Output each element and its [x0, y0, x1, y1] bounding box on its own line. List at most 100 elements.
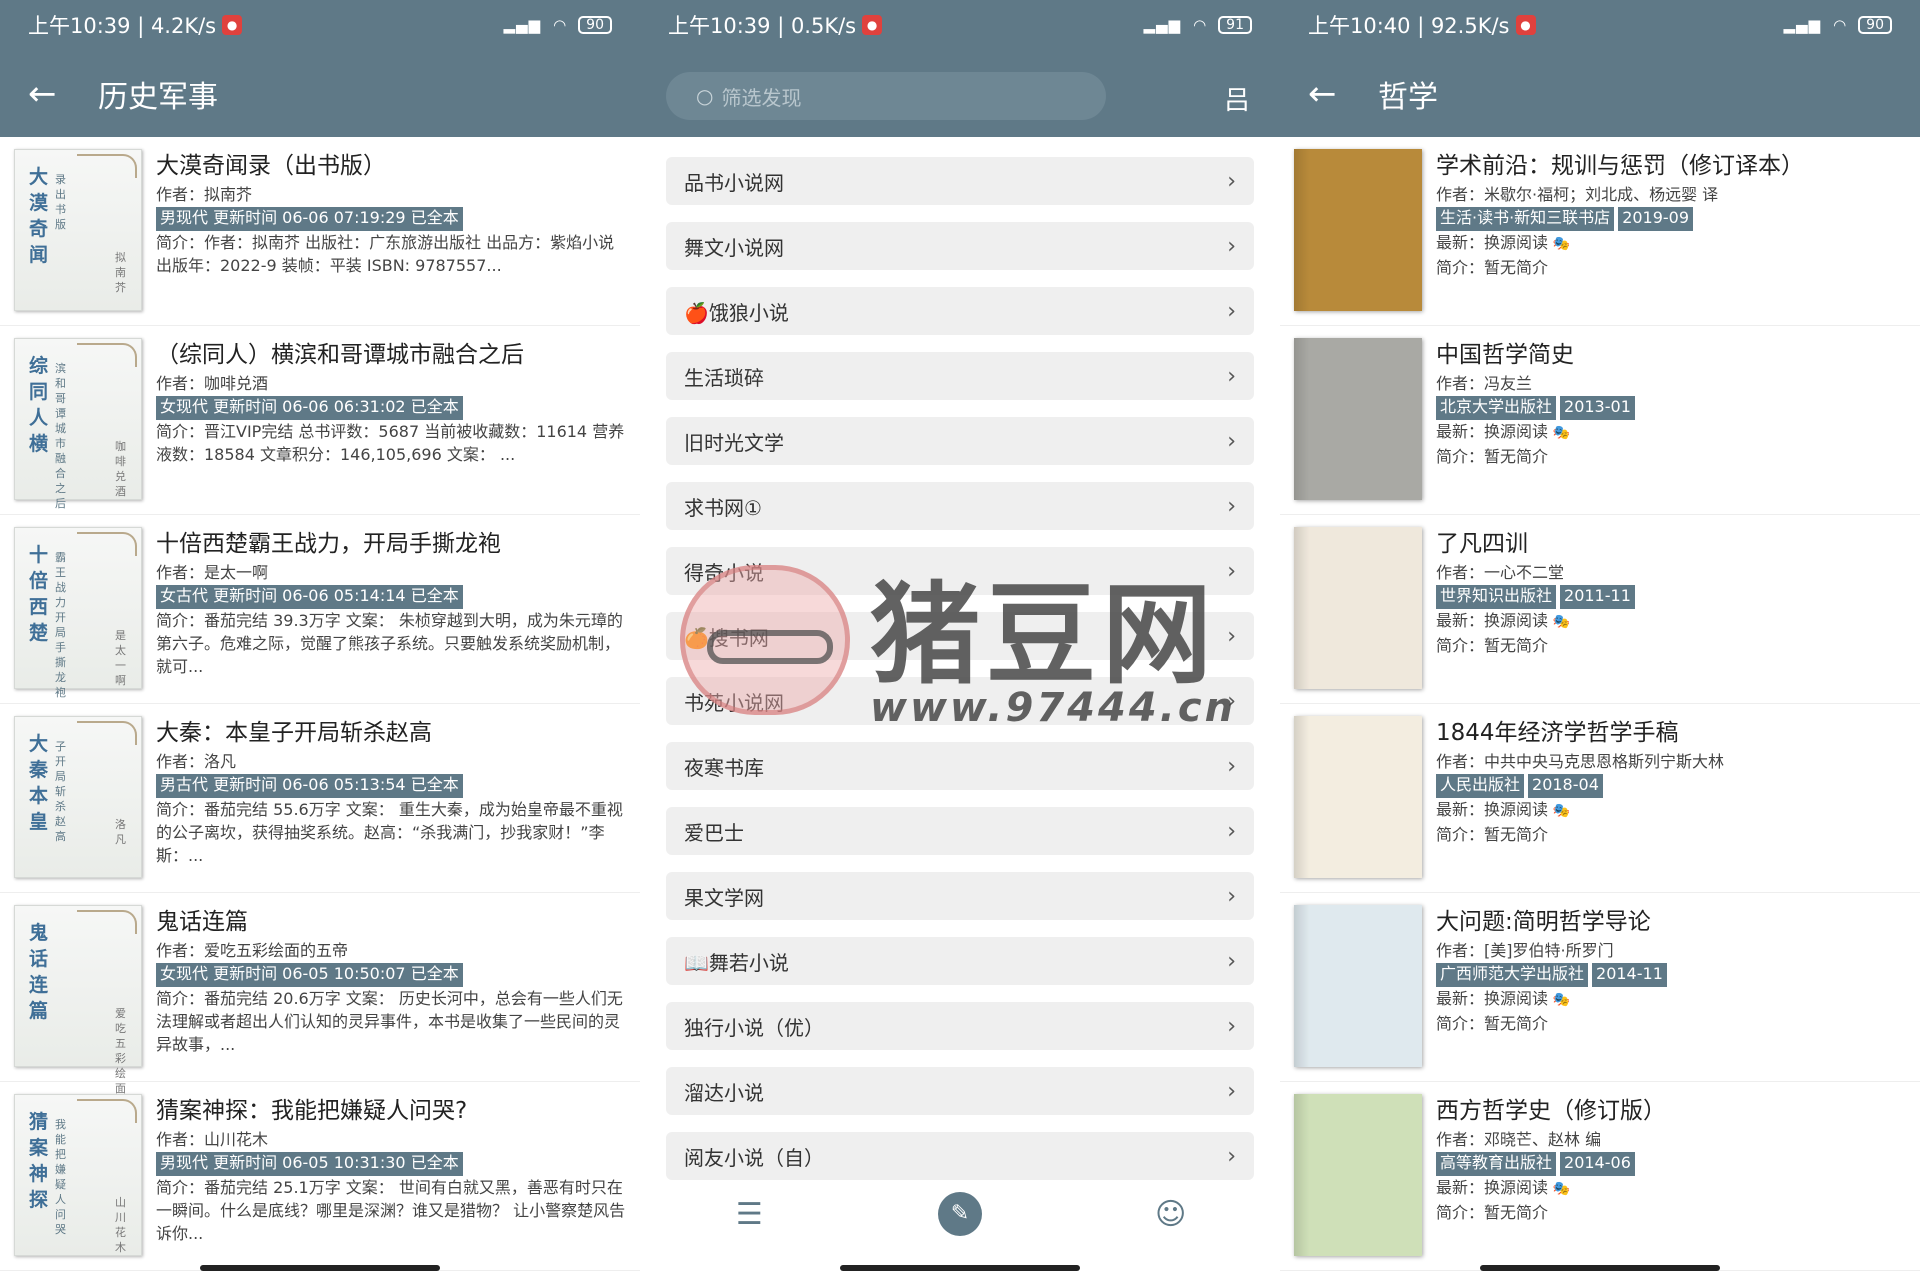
cover-ornament-icon: [77, 343, 137, 367]
back-arrow-icon[interactable]: ←: [1308, 74, 1378, 114]
source-item[interactable]: 🍊搜书网 ›: [666, 612, 1254, 660]
source-item[interactable]: 生活琐碎 ›: [666, 352, 1254, 400]
book-list-item[interactable]: 十倍西楚 霸王战力开局手撕龙袍 是太一啊 十倍西楚霸王战力，开局手撕龙袍 作者：是太一啊…: [0, 515, 640, 704]
book-author: 作者：咖啡兑酒: [156, 374, 269, 393]
discover-icon[interactable]: ✎: [937, 1192, 982, 1236]
book-list-item[interactable]: 猜案神探 我能把嫌疑人问哭 山川花木 猜案神探：我能把嫌疑人问哭? 作者：山川花木 男现代…: [0, 1082, 640, 1271]
book-tag: 女古代 更新时间 06-06 05:14:14 已全本: [156, 585, 463, 609]
book-list-item[interactable]: 中国哲学简史 作者：冯友兰 北京大学出版社 2013-01 最新：换源阅读 🎭 简介：暂无…: [1280, 326, 1920, 515]
app-header: 上午10:39 | 4.2K/s ● ▂▄▆ ◠ 90 ← 历史军事: [0, 0, 640, 137]
search-input[interactable]: ○ 筛选发现: [666, 72, 1106, 120]
source-item[interactable]: 书苑小说网 ›: [666, 677, 1254, 725]
book-cover[interactable]: 猜案神探 我能把嫌疑人问哭 山川花木: [14, 1094, 142, 1256]
app-notification-icon: ●: [1515, 15, 1536, 35]
book-cover[interactable]: 大漠奇闻 录出书版 拟南芥: [14, 149, 142, 311]
book-info: 大秦：本皇子开局斩杀赵高 作者：洛凡 男古代 更新时间 06-06 05:13:54…: [142, 716, 626, 892]
cover-subtitle: 子开局斩杀赵高: [55, 740, 66, 843]
book-list-item[interactable]: 了凡四训 作者：一心不二堂 世界知识出版社 2011-11 最新：换源阅读 🎭 简介：暂无…: [1280, 515, 1920, 704]
book-cover[interactable]: 大秦本皇 子开局斩杀赵高 洛凡: [14, 716, 142, 878]
source-label: 书苑小说网: [684, 690, 784, 715]
source-item[interactable]: 溜达小说 ›: [666, 1067, 1254, 1115]
chevron-right-icon: ›: [1227, 168, 1236, 194]
book-intro: 简介：作者：拟南芥 出版社：广东旅游出版社 出品方：紫焰小说 出版年：2022-…: [156, 233, 615, 275]
book-list-item[interactable]: 1844年经济学哲学手稿 作者：中共中央马克思恩格斯列宁斯大林 人民出版社 2018-…: [1280, 704, 1920, 893]
book-cover[interactable]: 鬼话连篇爱吃五彩绘面的: [14, 905, 142, 1110]
source-label: 生活琐碎: [684, 365, 764, 390]
chevron-right-icon: ›: [1227, 883, 1236, 909]
source-item[interactable]: 品书小说网 ›: [666, 157, 1254, 205]
source-item[interactable]: 果文学网 ›: [666, 872, 1254, 920]
signal-icon: ▂▄▆: [1143, 16, 1182, 34]
right-panel: 上午10:40 | 92.5K/s ● ▂▄▆ ◠ 90 ← 哲学 学术前沿：规…: [1280, 0, 1920, 1279]
bookshelf-icon[interactable]: ☰: [719, 1197, 779, 1232]
book-latest: 最新：换源阅读 🎭: [1436, 609, 1906, 634]
left-panel: 上午10:39 | 4.2K/s ● ▂▄▆ ◠ 90 ← 历史军事 大漠奇闻录…: [0, 0, 640, 1279]
book-tags: 女现代 更新时间 06-05 10:50:07 已全本: [156, 963, 626, 987]
latest-text: 最新：换源阅读: [1436, 611, 1549, 630]
book-tag: 生活·读书·新知三联书店: [1436, 207, 1615, 231]
theater-mask-icon: 🎭: [1548, 992, 1570, 1008]
book-cover[interactable]: 综同人横 滨和哥谭城市融合之后 咖啡兑酒: [14, 338, 142, 510]
book-cover[interactable]: [1294, 905, 1422, 1067]
search-placeholder: 筛选发现: [721, 85, 802, 110]
source-item[interactable]: 夜寒书库 ›: [666, 742, 1254, 790]
page-title: 哲学: [1378, 79, 1438, 115]
book-list: 大漠奇闻 录出书版 拟南芥 大漠奇闻录（出书版） 作者：拟南芥 男现代 更新时间 06-0…: [0, 137, 640, 1271]
book-tags: 高等教育出版社 2014-06: [1436, 1152, 1906, 1176]
theater-mask-icon: 🎭: [1548, 425, 1570, 441]
book-list-item[interactable]: 大问题:简明哲学导论 作者：[美]罗伯特·所罗门 广西师范大学出版社 2014-11 最…: [1280, 893, 1920, 1082]
status-bar: 上午10:40 | 92.5K/s ● ▂▄▆ ◠ 90: [1280, 0, 1920, 50]
book-tags: 北京大学出版社 2013-01: [1436, 396, 1906, 420]
book-author: 作者：一心不二堂: [1436, 563, 1565, 582]
source-item[interactable]: 求书网① ›: [666, 482, 1254, 530]
app-header: 上午10:40 | 92.5K/s ● ▂▄▆ ◠ 90 ← 哲学: [1280, 0, 1920, 137]
back-arrow-icon[interactable]: ←: [28, 74, 98, 114]
source-item[interactable]: 得奇小说 ›: [666, 547, 1254, 595]
home-indicator: [200, 1265, 440, 1271]
book-title: 鬼话连篇: [156, 909, 248, 935]
book-cover[interactable]: [1294, 527, 1422, 689]
book-author: 作者：米歇尔·福柯；刘北成、杨远婴 译: [1436, 185, 1719, 204]
source-item[interactable]: 舞文小说网 ›: [666, 222, 1254, 270]
group-icon[interactable]: 吕: [1224, 80, 1250, 117]
source-item[interactable]: 📖舞若小说 ›: [666, 937, 1254, 985]
cover-ornament-icon: [77, 532, 137, 556]
book-tag: 2013-01: [1560, 396, 1635, 420]
status-bar: 上午10:39 | 0.5K/s ● ▂▄▆ ◠ 91: [640, 0, 1280, 50]
latest-text: 最新：换源阅读: [1436, 989, 1549, 1008]
book-intro: 简介：暂无简介: [1436, 1203, 1549, 1222]
book-info: 学术前沿：规训与惩罚（修订译本） 作者：米歇尔·福柯；刘北成、杨远婴 译生活·读书…: [1422, 149, 1906, 325]
source-item[interactable]: 阅友小说（自） ›: [666, 1132, 1254, 1180]
signal-icon: ▂▄▆: [1783, 16, 1822, 34]
book-list-item[interactable]: 大漠奇闻 录出书版 拟南芥 大漠奇闻录（出书版） 作者：拟南芥 男现代 更新时间 06-0…: [0, 137, 640, 326]
book-title: 大问题:简明哲学导论: [1436, 909, 1651, 935]
book-list: 学术前沿：规训与惩罚（修订译本） 作者：米歇尔·福柯；刘北成、杨远婴 译生活·读书…: [1280, 137, 1920, 1271]
book-latest: 最新：换源阅读 🎭: [1436, 231, 1906, 256]
book-cover[interactable]: [1294, 716, 1422, 878]
source-list: 品书小说网 › 舞文小说网 › 🍎饿狼小说 › 生活琐碎 › 旧时光文学 › 求书网① › 得奇小说 › 🍊…: [640, 137, 1280, 1180]
source-item[interactable]: 旧时光文学 ›: [666, 417, 1254, 465]
book-latest: 最新：换源阅读 🎭: [1436, 420, 1906, 445]
home-indicator: [1480, 1265, 1720, 1271]
book-cover[interactable]: [1294, 149, 1422, 311]
book-list-item[interactable]: 大秦本皇 子开局斩杀赵高 洛凡 大秦：本皇子开局斩杀赵高 作者：洛凡 男古代 更新时间 0…: [0, 704, 640, 893]
home-indicator: [840, 1265, 1080, 1271]
source-item[interactable]: 🍎饿狼小说 ›: [666, 287, 1254, 335]
book-list-item[interactable]: 鬼话连篇爱吃五彩绘面的鬼话连篇作者：爱吃五彩绘面的五帝女现代 更新时间 06-0…: [0, 893, 640, 1110]
source-label: 舞文小说网: [684, 235, 784, 260]
source-item[interactable]: 独行小说（优） ›: [666, 1002, 1254, 1050]
book-cover[interactable]: 十倍西楚 霸王战力开局手撕龙袍 是太一啊: [14, 527, 142, 699]
source-item[interactable]: 爱巴士 ›: [666, 807, 1254, 855]
cover-title: 猜案神探: [29, 1111, 49, 1211]
book-list-item[interactable]: 综同人横 滨和哥谭城市融合之后 咖啡兑酒 （综同人）横滨和哥谭城市融合之后 作者：咖啡兑…: [0, 326, 640, 515]
book-tags: 生活·读书·新知三联书店 2019-09: [1436, 207, 1906, 231]
book-cover[interactable]: [1294, 338, 1422, 500]
book-list-item[interactable]: 学术前沿：规训与惩罚（修订译本） 作者：米歇尔·福柯；刘北成、杨远婴 译生活·读书…: [1280, 137, 1920, 326]
book-tag: 男现代 更新时间 06-06 07:19:29 已全本: [156, 207, 463, 231]
book-tags: 世界知识出版社 2011-11: [1436, 585, 1906, 609]
book-list-item[interactable]: 西方哲学史（修订版） 作者：邓晓芒、赵林 编高等教育出版社 2014-06 最新：换源…: [1280, 1082, 1920, 1271]
profile-icon[interactable]: ☺: [1141, 1197, 1201, 1232]
book-cover[interactable]: [1294, 1094, 1422, 1256]
chevron-right-icon: ›: [1227, 493, 1236, 519]
book-info: 中国哲学简史 作者：冯友兰 北京大学出版社 2013-01 最新：换源阅读 🎭 简介：暂无…: [1422, 338, 1906, 514]
